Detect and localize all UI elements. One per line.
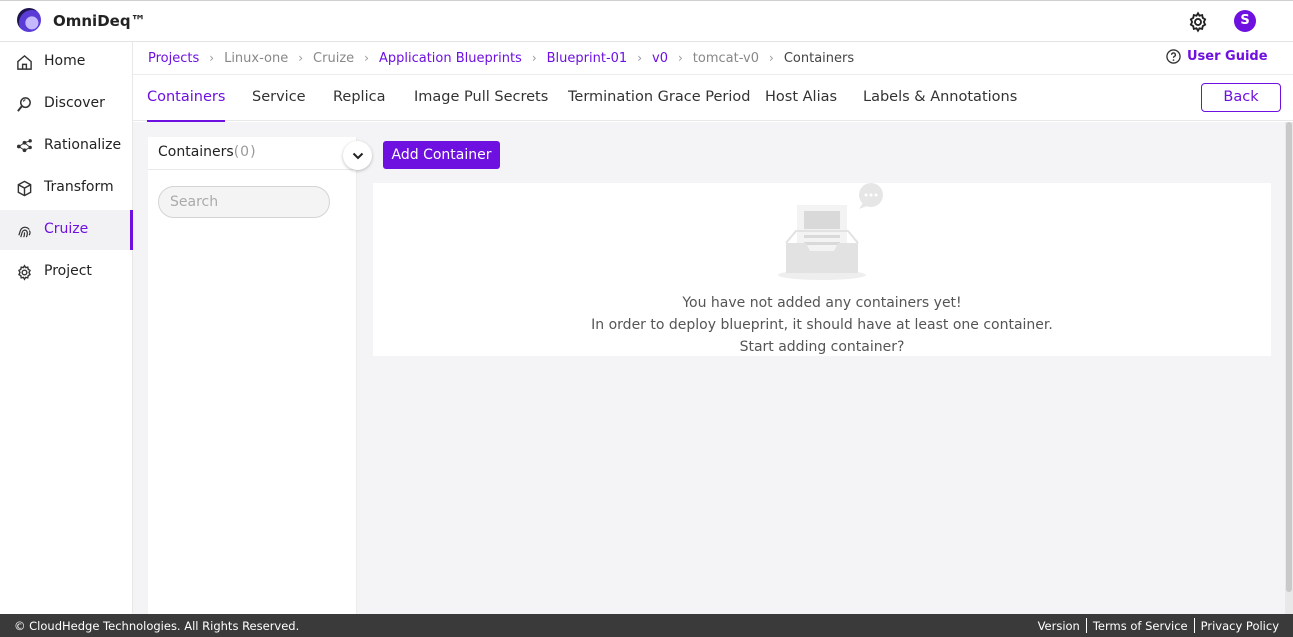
top-header: OmniDeq™ S: [0, 0, 1293, 42]
chevron-right-icon: ›: [209, 51, 215, 65]
chevron-right-icon: ›: [364, 51, 369, 65]
terms-of-service-link[interactable]: Terms of Service: [1087, 619, 1194, 633]
empty-state-card: You have not added any containers yet! I…: [373, 183, 1271, 356]
tab-host-alias[interactable]: Host Alias: [765, 89, 837, 105]
help-circle-icon: [1166, 49, 1181, 64]
tab-containers[interactable]: Containers: [147, 89, 226, 122]
settings-gear-icon[interactable]: [1187, 11, 1209, 33]
breadcrumb-tomcat: tomcat-v0: [692, 50, 760, 66]
chevron-right-icon: ›: [637, 51, 642, 65]
add-container-button[interactable]: Add Container: [383, 141, 500, 169]
breadcrumb-version[interactable]: v0: [652, 51, 668, 66]
footer: © CloudHedge Technologies. All Rights Re…: [0, 614, 1293, 637]
privacy-policy-link[interactable]: Privacy Policy: [1195, 619, 1279, 633]
breadcrumb-cruize: Cruize: [313, 50, 355, 66]
version-link[interactable]: Version: [1032, 619, 1086, 633]
sidebar-item-label: Home: [44, 53, 86, 69]
user-guide-link[interactable]: User Guide: [1166, 49, 1268, 64]
sidebar-item-label: Transform: [44, 179, 114, 195]
scrollbar[interactable]: [1285, 122, 1293, 614]
tabs-bar: Containers Service Replica Image Pull Se…: [133, 74, 1293, 122]
sidebar-item-rationalize[interactable]: Rationalize: [0, 126, 131, 166]
chevron-right-icon: ›: [769, 51, 774, 65]
breadcrumb-containers: Containers: [783, 50, 855, 66]
containers-panel-header: Containers(0): [148, 137, 357, 170]
containers-title-text: Containers: [158, 144, 234, 160]
sidebar-item-discover[interactable]: Discover: [0, 84, 131, 124]
empty-state-line-2: In order to deploy blueprint, it should …: [591, 317, 1053, 333]
sidebar-item-project[interactable]: Project: [0, 252, 131, 292]
app-logo[interactable]: [17, 8, 41, 32]
user-avatar[interactable]: S: [1234, 10, 1256, 32]
user-guide-label: User Guide: [1187, 49, 1268, 64]
empty-state-message: You have not added any containers yet! I…: [373, 292, 1271, 358]
rationalize-icon: [16, 139, 32, 153]
cube-icon: [17, 180, 32, 197]
sidebar-item-cruize[interactable]: Cruize: [0, 210, 133, 250]
chevron-right-icon: ›: [531, 51, 537, 65]
gear-icon: [18, 264, 31, 281]
home-icon: [17, 54, 32, 70]
breadcrumb-application-blueprints[interactable]: Application Blueprints: [379, 51, 522, 66]
footer-links: Version Terms of Service Privacy Policy: [1032, 618, 1279, 633]
back-button[interactable]: Back: [1201, 83, 1281, 112]
breadcrumb: Projects › Linux-one › Cruize › Applicat…: [148, 50, 854, 66]
scrollbar-thumb[interactable]: [1286, 122, 1292, 592]
breadcrumb-linux-one: Linux-one: [224, 50, 289, 66]
tab-image-pull-secrets[interactable]: Image Pull Secrets: [414, 89, 548, 105]
breadcrumb-blueprint[interactable]: Blueprint-01: [547, 51, 628, 66]
empty-state-line-3: Start adding container?: [739, 339, 905, 355]
empty-inbox-icon: [778, 183, 883, 280]
tab-labels-annotations[interactable]: Labels & Annotations: [863, 89, 1017, 105]
tab-service[interactable]: Service: [252, 89, 306, 105]
containers-panel-title: Containers(0): [158, 144, 257, 160]
search-input[interactable]: [158, 186, 330, 218]
app-title[interactable]: OmniDeq™: [53, 12, 146, 30]
sidebar: Home Discover Rationalize Transform Crui…: [0, 42, 133, 614]
discover-icon: [17, 97, 31, 112]
sidebar-item-label: Discover: [44, 95, 105, 111]
chevron-right-icon: ›: [677, 51, 683, 65]
chevron-right-icon: ›: [298, 51, 304, 65]
copyright-text: © CloudHedge Technologies. All Rights Re…: [14, 619, 300, 633]
tab-termination-grace-period[interactable]: Termination Grace Period: [568, 89, 750, 105]
breadcrumb-projects[interactable]: Projects: [148, 51, 199, 66]
collapse-panel-button[interactable]: [343, 141, 372, 170]
sidebar-item-label: Project: [44, 263, 92, 279]
sidebar-item-label: Cruize: [44, 221, 89, 237]
fingerprint-icon: [18, 226, 31, 238]
sidebar-item-home[interactable]: Home: [0, 42, 131, 82]
containers-count: (0): [233, 144, 257, 160]
tab-replica[interactable]: Replica: [333, 89, 385, 105]
sidebar-item-transform[interactable]: Transform: [0, 168, 131, 208]
sidebar-item-label: Rationalize: [44, 137, 122, 153]
chevron-down-icon: [352, 152, 363, 159]
empty-state-line-1: You have not added any containers yet!: [682, 295, 962, 311]
